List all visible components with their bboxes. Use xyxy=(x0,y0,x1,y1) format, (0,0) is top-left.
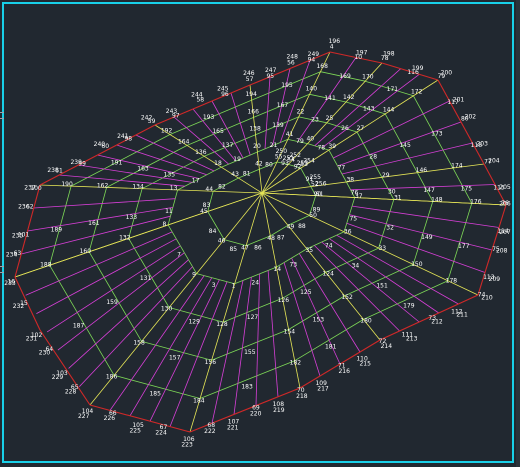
left-ruler-tick xyxy=(0,112,4,113)
drawing-viewport[interactable]: 4 10 78 116 79 117 80 118 77 115 76 114 75 113 74 112 73… xyxy=(0,0,520,467)
left-ruler-tick xyxy=(0,272,4,273)
left-ruler-tick xyxy=(0,266,4,267)
viewport-frame xyxy=(2,2,514,463)
left-ruler-tick xyxy=(0,118,4,119)
right-edge-strip xyxy=(516,0,520,467)
